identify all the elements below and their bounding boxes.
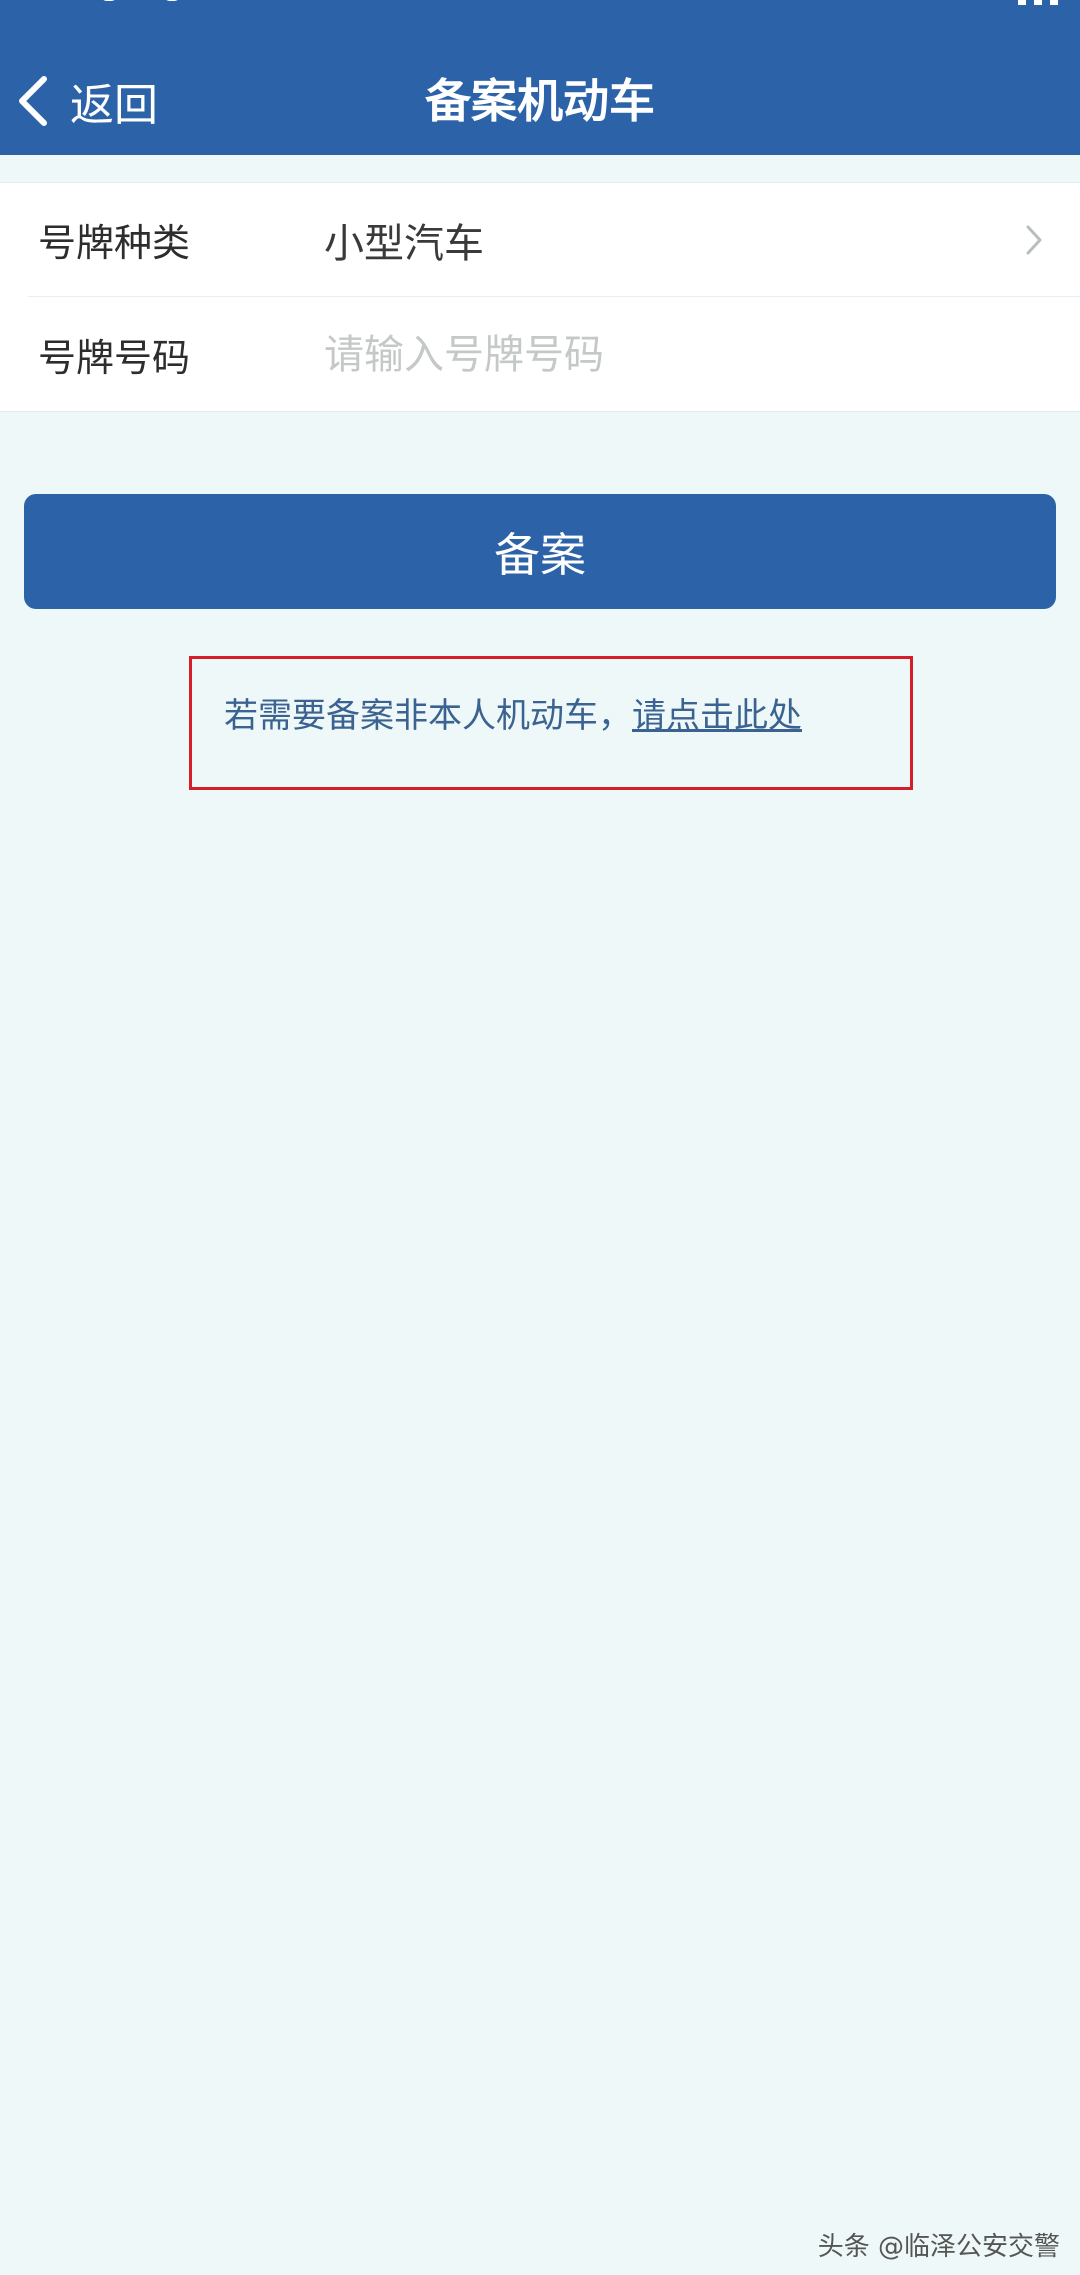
status-indicator-icon <box>163 0 182 1</box>
watermark: 头条 @临泽公安交警 <box>817 2232 1060 2262</box>
plate-number-label: 号牌号码 <box>38 336 191 380</box>
page-title: 备案机动车 <box>425 74 655 128</box>
plate-type-value: 小型汽车 <box>324 220 484 267</box>
notice-text: 若需要备案非本人机动车，请点击此处 <box>224 690 802 742</box>
plate-number-input[interactable] <box>324 319 1004 390</box>
plate-number-row: 号牌号码 <box>0 298 1080 411</box>
notice-prefix: 若需要备案非本人机动车， <box>224 696 632 736</box>
vehicle-form: 号牌种类 小型汽车 号牌号码 <box>0 182 1080 412</box>
chevron-left-icon <box>19 76 47 126</box>
back-button[interactable]: 返回 <box>14 66 158 136</box>
plate-type-label: 号牌种类 <box>38 221 191 265</box>
signal-bar-icon <box>1017 0 1026 5</box>
status-bar-left <box>100 0 221 6</box>
signal-bar-icon <box>1050 0 1058 5</box>
chevron-right-icon <box>1026 225 1042 255</box>
status-bar-right <box>1015 0 1058 6</box>
register-button[interactable]: 备案 <box>24 494 1056 609</box>
plate-type-row[interactable]: 号牌种类 小型汽车 <box>0 183 1080 296</box>
back-label: 返回 <box>70 80 158 131</box>
app-header: 备案机动车 返回 <box>0 0 1080 155</box>
status-indicator-icon <box>100 0 118 1</box>
other-vehicle-link[interactable]: 请点击此处 <box>632 696 802 736</box>
row-divider <box>28 296 1080 297</box>
signal-bar-icon <box>1033 0 1042 5</box>
